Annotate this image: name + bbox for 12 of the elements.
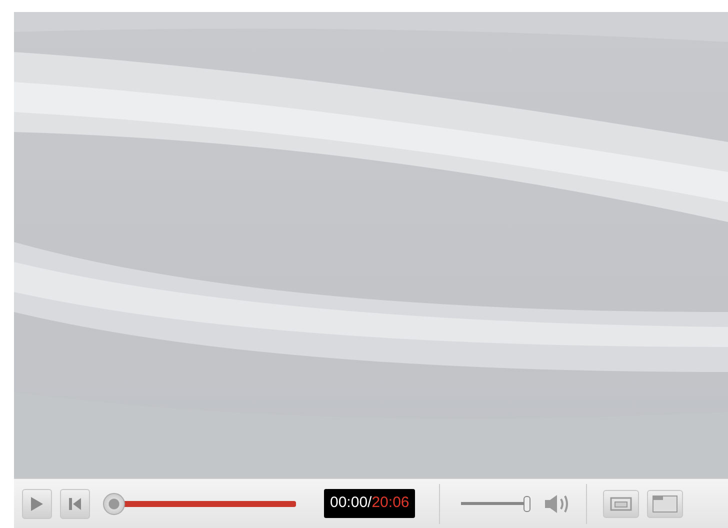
- progress-thumb[interactable]: [103, 492, 125, 514]
- volume-thumb[interactable]: [524, 496, 531, 512]
- fullscreen-button[interactable]: [647, 490, 684, 518]
- window-size-button[interactable]: [603, 490, 640, 518]
- previous-icon: [68, 496, 82, 510]
- time-display: 00:00/20:06: [324, 489, 416, 518]
- previous-button[interactable]: [60, 488, 90, 518]
- play-icon: [30, 496, 44, 512]
- speaker-icon: [544, 492, 570, 514]
- play-button[interactable]: [22, 488, 52, 518]
- fullscreen-icon: [652, 494, 678, 512]
- small-window-icon: [610, 496, 632, 510]
